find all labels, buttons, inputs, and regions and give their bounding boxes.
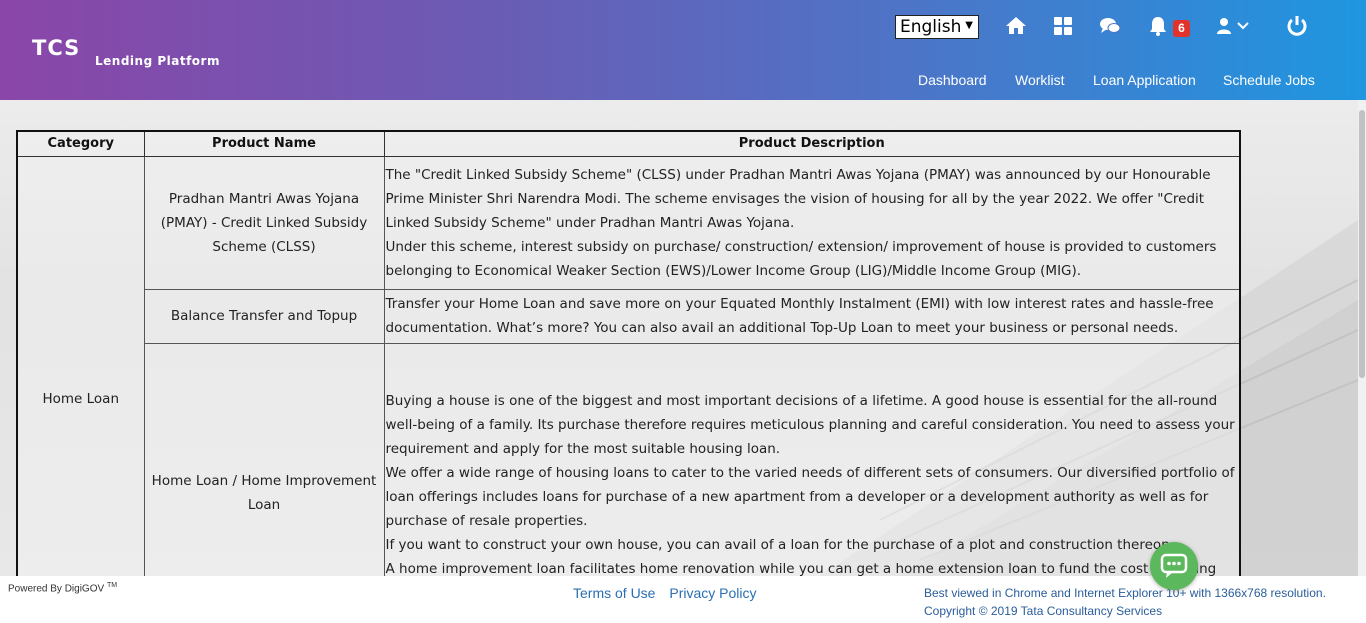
table-row: Balance Transfer and Topup Transfer your… <box>17 288 1241 344</box>
product-description-cell: The "Credit Linked Subsidy Scheme" (CLSS… <box>383 155 1241 290</box>
powered-by-label: Powered By DigiGOV <box>8 583 105 595</box>
column-header-category: Category <box>16 130 145 157</box>
product-description-cell: Buying a house is one of the biggest and… <box>383 342 1241 576</box>
table-header-row: Category Product Name Product Descriptio… <box>16 130 1241 157</box>
table-row: Home Loan Pradhan Mantri Awas Yojana (PM… <box>16 155 1241 576</box>
chat-bubble-icon <box>1160 553 1188 578</box>
logo-subtitle: Lending Platform <box>95 54 220 68</box>
description-paragraph: If you want to construct your own house,… <box>385 536 1175 553</box>
dropdown-arrow-icon: ▼ <box>965 20 973 31</box>
logo-text: TCS <box>32 36 81 60</box>
chat-support-button[interactable] <box>1150 542 1198 590</box>
best-viewed-text: Best viewed in Chrome and Internet Explo… <box>924 586 1326 600</box>
bell-icon[interactable] <box>1146 14 1170 38</box>
nav-worklist[interactable]: Worklist <box>1015 72 1065 88</box>
chat-icon[interactable] <box>1098 14 1122 38</box>
description-paragraph: A home improvement loan facilitates home… <box>385 560 1217 576</box>
powered-by-text: Powered By DigiGOV TM <box>8 582 117 594</box>
nav-schedule-jobs[interactable]: Schedule Jobs <box>1223 72 1315 88</box>
language-select[interactable]: English ▼ <box>895 15 979 39</box>
footer-info: Best viewed in Chrome and Internet Explo… <box>924 584 1326 620</box>
terms-of-use-link[interactable]: Terms of Use <box>573 585 655 601</box>
chevron-down-icon[interactable] <box>1236 14 1250 38</box>
nav-loan-application[interactable]: Loan Application <box>1093 72 1196 88</box>
copyright-text: Copyright © 2019 Tata Consultancy Servic… <box>924 604 1163 618</box>
footer-links: Terms of Use Privacy Policy <box>573 585 767 601</box>
language-value: English <box>900 17 962 37</box>
category-cell: Home Loan <box>16 155 145 576</box>
product-table: Category Product Name Product Descriptio… <box>16 130 1241 576</box>
home-icon[interactable] <box>1004 14 1028 38</box>
description-paragraph: Buying a house is one of the biggest and… <box>385 392 1235 457</box>
trademark-mark: TM <box>106 582 118 589</box>
product-name-cell: Pradhan Mantri Awas Yojana (PMAY) - Cred… <box>143 155 385 290</box>
column-header-product-name: Product Name <box>143 130 385 157</box>
product-name-cell: Home Loan / Home Improvement Loan <box>143 342 385 576</box>
product-name-cell: Balance Transfer and Topup <box>143 288 385 344</box>
description-paragraph: The "Credit Linked Subsidy Scheme" (CLSS… <box>385 166 1211 231</box>
power-icon[interactable] <box>1285 14 1309 38</box>
description-paragraph: Under this scheme, interest subsidy on p… <box>385 238 1217 279</box>
privacy-policy-link[interactable]: Privacy Policy <box>669 585 756 601</box>
vertical-scrollbar[interactable] <box>1358 100 1366 576</box>
table-row: Home Loan / Home Improvement Loan Buying… <box>17 342 1241 576</box>
main-content: Category Product Name Product Descriptio… <box>0 100 1358 576</box>
nav-dashboard[interactable]: Dashboard <box>918 72 987 88</box>
scrollbar-thumb[interactable] <box>1359 110 1365 378</box>
column-header-product-description: Product Description <box>383 130 1241 157</box>
notification-badge[interactable]: 6 <box>1173 20 1190 37</box>
description-paragraph: We offer a wide range of housing loans t… <box>385 464 1235 529</box>
description-paragraph: Transfer your Home Loan and save more on… <box>385 296 1214 336</box>
dashboard-grid-icon[interactable] <box>1051 14 1075 38</box>
tcs-logo[interactable]: TCS Lending Platform <box>32 36 219 68</box>
app-header: TCS Lending Platform English ▼ 6 Dashboa… <box>0 0 1366 100</box>
product-description-cell: Transfer your Home Loan and save more on… <box>383 288 1241 344</box>
